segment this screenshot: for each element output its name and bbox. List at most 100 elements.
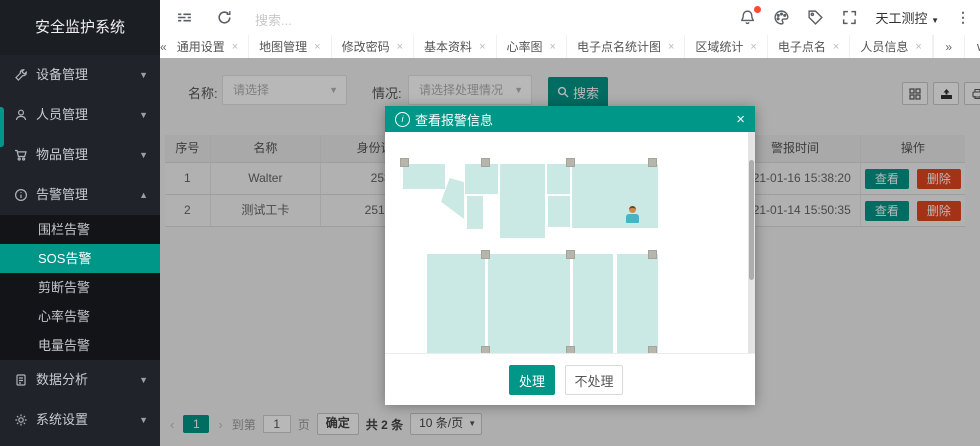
map-handle — [400, 158, 409, 167]
notification-badge — [754, 6, 761, 13]
chevron-down-icon: ▼ — [931, 16, 939, 25]
sidebar-item-label: 告警管理 — [36, 187, 88, 202]
map-handle — [648, 158, 657, 167]
tab-close-icon[interactable]: × — [314, 41, 320, 53]
tag-icon[interactable] — [807, 9, 824, 26]
tab-close-icon[interactable]: × — [232, 41, 238, 53]
scrollbar-thumb[interactable] — [749, 160, 754, 280]
map-room — [427, 254, 485, 353]
tab-close-icon[interactable]: × — [750, 41, 756, 53]
person-marker-icon[interactable] — [625, 206, 639, 225]
map-room — [465, 164, 498, 194]
theme-palette-icon[interactable] — [773, 9, 790, 26]
cart-icon — [14, 148, 28, 162]
global-search-input[interactable]: 搜索... — [255, 10, 292, 29]
map-room — [572, 164, 658, 228]
map-handle — [648, 250, 657, 259]
sidebar-item-analysis[interactable]: 数据分析 ▼ — [0, 360, 160, 400]
map-room — [573, 254, 613, 353]
tab-close-icon[interactable]: × — [668, 41, 674, 53]
tab-heartrate-chart[interactable]: 心率图× — [497, 35, 567, 58]
map-room — [467, 196, 483, 229]
map-room — [547, 164, 570, 194]
alarm-map — [385, 132, 755, 353]
alarm-submenu: 围栏告警 SOS告警 剪断告警 心率告警 电量告警 — [0, 215, 160, 360]
tab-area-stats[interactable]: 区域统计× — [685, 35, 767, 58]
tab-bar: « 通用设置× 地图管理× 修改密码× 基本资料× 心率图× 电子点名统计图× … — [160, 35, 980, 59]
top-navbar: 搜索... 天工测控 ▼ ⋮ — [160, 0, 980, 36]
tab-map-management[interactable]: 地图管理× — [249, 35, 331, 58]
map-room — [548, 196, 570, 227]
modal-title: 查看报警信息 — [415, 110, 493, 129]
map-room — [617, 254, 658, 353]
sidebar-item-fence-alarm[interactable]: 围栏告警 — [0, 215, 160, 244]
tab-personnel-info[interactable]: 人员信息× — [850, 35, 932, 58]
sidebar-item-label: 物品管理 — [36, 147, 88, 162]
tab-close-icon[interactable]: × — [833, 41, 839, 53]
tools-icon — [14, 68, 28, 82]
tabs-menu-icon[interactable]: ∨ — [964, 35, 980, 58]
map-handle — [481, 250, 490, 259]
gear-icon — [14, 413, 28, 427]
alert-info-icon — [14, 188, 28, 202]
map-handle — [481, 346, 490, 353]
chevron-down-icon: ▼ — [139, 360, 148, 400]
more-options-icon[interactable]: ⋮ — [956, 9, 970, 26]
modal-header: i 查看报警信息 × — [385, 106, 755, 132]
map-handle — [566, 346, 575, 353]
tab-close-icon[interactable]: × — [915, 41, 921, 53]
chevron-down-icon: ▼ — [139, 55, 148, 95]
tab-bar-right: » ∨ — [933, 35, 980, 58]
map-room — [403, 164, 445, 189]
tab-change-password[interactable]: 修改密码× — [332, 35, 414, 58]
map-room — [500, 164, 545, 238]
sidebar-item-personnel[interactable]: 人员管理 ▼ — [0, 95, 160, 135]
sidebar-item-settings[interactable]: 系统设置 ▼ — [0, 400, 160, 440]
tab-close-icon[interactable]: × — [550, 41, 556, 53]
sidebar-item-cut-alarm[interactable]: 剪断告警 — [0, 273, 160, 302]
modal-scrollbar[interactable] — [748, 132, 755, 353]
sidebar-item-device[interactable]: 设备管理 ▼ — [0, 55, 160, 95]
tab-rollcall[interactable]: 电子点名× — [768, 35, 850, 58]
sidebar-item-label: 设备管理 — [36, 67, 88, 82]
sidebar-item-label: 人员管理 — [36, 107, 88, 122]
sidebar-item-battery-alarm[interactable]: 电量告警 — [0, 331, 160, 360]
collapse-menu-icon[interactable] — [176, 9, 193, 26]
username-label: 天工测控 — [875, 11, 927, 26]
tab-basic-info[interactable]: 基本资料× — [414, 35, 496, 58]
tabs-scroll-right-icon[interactable]: » — [933, 35, 964, 58]
tab-rollcall-chart[interactable]: 电子点名统计图× — [567, 35, 685, 58]
tab-close-icon[interactable]: × — [397, 41, 403, 53]
tab-general-settings[interactable]: 通用设置× — [167, 35, 249, 58]
tabs-scroll-left-icon[interactable]: « — [160, 35, 167, 58]
tab-close-icon[interactable]: × — [479, 41, 485, 53]
sidebar-item-label: 数据分析 — [36, 372, 88, 387]
chevron-down-icon: ▼ — [139, 95, 148, 135]
refresh-icon[interactable] — [216, 9, 233, 26]
map-room — [488, 254, 570, 353]
sidebar-item-heartrate-alarm[interactable]: 心率告警 — [0, 302, 160, 331]
sidebar-item-sos-alarm[interactable]: SOS告警 — [0, 244, 160, 273]
close-icon[interactable]: × — [736, 112, 745, 127]
info-icon: i — [395, 112, 410, 127]
no-handle-button[interactable]: 不处理 — [565, 365, 623, 395]
view-alarm-modal: i 查看报警信息 × — [385, 106, 755, 404]
sidebar-item-label: 系统设置 — [36, 412, 88, 427]
modal-footer: 处理 不处理 — [385, 353, 755, 405]
map-handle — [648, 346, 657, 353]
map-handle — [566, 250, 575, 259]
handle-button[interactable]: 处理 — [509, 365, 555, 395]
sidebar-item-alarm[interactable]: 告警管理 ▲ — [0, 175, 160, 215]
map-handle — [566, 158, 575, 167]
user-menu[interactable]: 天工测控 ▼ — [875, 8, 939, 27]
sidebar-item-items[interactable]: 物品管理 ▼ — [0, 135, 160, 175]
notifications-bell-icon[interactable] — [739, 9, 756, 26]
user-icon — [14, 108, 28, 122]
map-handle — [481, 158, 490, 167]
chevron-down-icon: ▼ — [139, 400, 148, 440]
chevron-up-icon: ▲ — [139, 175, 148, 215]
navbar-actions: 天工测控 ▼ ⋮ — [739, 0, 970, 35]
fullscreen-icon[interactable] — [841, 9, 858, 26]
clipboard-icon — [14, 373, 28, 387]
chevron-down-icon: ▼ — [139, 135, 148, 175]
